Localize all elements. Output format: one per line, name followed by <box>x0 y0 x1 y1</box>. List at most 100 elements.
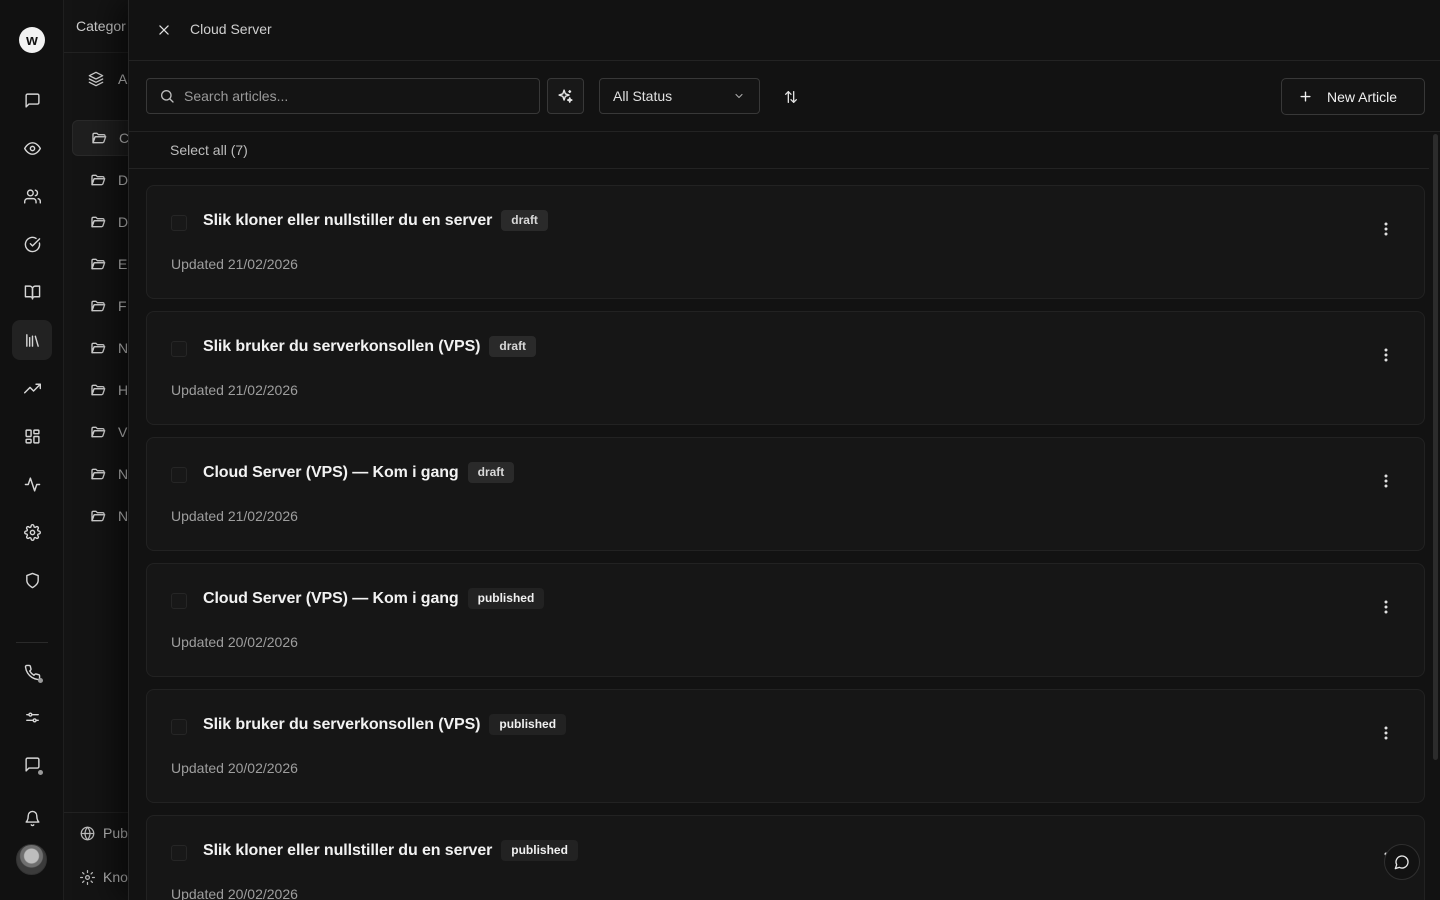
article-title[interactable]: Slik bruker du serverkonsollen (VPS) <box>203 338 480 356</box>
article-card[interactable]: Slik bruker du serverkonsollen (VPS) pub… <box>146 689 1425 803</box>
book-open-icon <box>24 284 40 300</box>
ai-generate-button[interactable] <box>547 78 584 114</box>
category-item-label: N <box>118 466 129 482</box>
chat-status-dot <box>38 770 43 775</box>
status-badge: draft <box>501 210 548 231</box>
article-checkbox[interactable] <box>171 467 187 483</box>
select-all-toggle[interactable]: Select all (7) <box>170 142 248 158</box>
rail-dashboard-button[interactable] <box>12 416 52 456</box>
article-title-row: Cloud Server (VPS) — Kom i gang draft <box>203 462 515 483</box>
phone-status-dot <box>38 678 43 683</box>
category-item-label: H <box>118 382 129 398</box>
search-icon <box>161 90 174 103</box>
rail-library-button[interactable] <box>12 320 52 360</box>
folder-open-icon <box>91 468 106 480</box>
article-updated-date: Updated 20/02/2026 <box>171 886 298 900</box>
knowledge-settings-label: Kno <box>103 869 128 885</box>
library-icon <box>25 333 39 347</box>
article-updated-date: Updated 20/02/2026 <box>171 760 298 776</box>
rail-notifications-button[interactable] <box>12 798 52 838</box>
folder-open-icon <box>91 384 106 396</box>
article-title-row: Cloud Server (VPS) — Kom i gang publishe… <box>203 588 545 609</box>
search-input[interactable] <box>184 88 524 104</box>
folder-open-icon <box>91 174 106 186</box>
rail-chat-button[interactable] <box>12 744 52 784</box>
chevron-down-icon <box>735 93 743 99</box>
article-checkbox[interactable] <box>171 719 187 735</box>
trending-up-icon <box>23 383 41 393</box>
article-updated-date: Updated 21/02/2026 <box>171 508 298 524</box>
category-item-label: D <box>118 172 129 188</box>
message-square-icon <box>24 92 40 108</box>
search-box[interactable] <box>146 78 540 114</box>
article-title[interactable]: Cloud Server (VPS) — Kom i gang <box>203 590 459 608</box>
article-title[interactable]: Slik kloner eller nullstiller du en serv… <box>203 842 492 860</box>
article-card[interactable]: Slik kloner eller nullstiller du en serv… <box>146 185 1425 299</box>
rail-conversations-button[interactable] <box>12 80 52 120</box>
category-item-label: D <box>118 214 129 230</box>
public-site-link[interactable]: Pub <box>80 825 128 841</box>
rail-activity-button[interactable] <box>12 464 52 504</box>
status-filter-select[interactable]: All Status <box>599 78 760 114</box>
article-menu-button[interactable] <box>1378 723 1394 743</box>
article-card[interactable]: Cloud Server (VPS) — Kom i gang draft Up… <box>146 437 1425 551</box>
users-icon <box>23 188 41 204</box>
rail-contacts-button[interactable] <box>12 176 52 216</box>
new-article-button[interactable]: New Article <box>1281 78 1425 115</box>
sliders-icon <box>25 712 39 722</box>
article-card[interactable]: Slik bruker du serverkonsollen (VPS) dra… <box>146 311 1425 425</box>
category-item-label: N <box>118 340 129 356</box>
app-logo[interactable]: w <box>19 27 45 53</box>
article-menu-button[interactable] <box>1378 345 1394 365</box>
rail-docs-button[interactable] <box>12 272 52 312</box>
more-vertical-icon <box>1384 474 1388 488</box>
folder-open-icon <box>92 132 107 144</box>
folder-open-icon <box>91 426 106 438</box>
rail-tasks-button[interactable] <box>12 224 52 264</box>
sort-button[interactable] <box>780 86 802 108</box>
article-title-row: Slik bruker du serverkonsollen (VPS) dra… <box>203 336 537 357</box>
rail-monitor-button[interactable] <box>12 128 52 168</box>
article-updated-date: Updated 21/02/2026 <box>171 382 298 398</box>
category-all-item[interactable]: A <box>88 71 127 87</box>
article-title[interactable]: Cloud Server (VPS) — Kom i gang <box>203 464 459 482</box>
rail-filters-button[interactable] <box>12 697 52 737</box>
article-checkbox[interactable] <box>171 593 187 609</box>
rail-settings-button[interactable] <box>12 512 52 552</box>
message-circle-icon <box>1394 855 1409 870</box>
article-card[interactable]: Cloud Server (VPS) — Kom i gang publishe… <box>146 563 1425 677</box>
article-list-scrollbar[interactable] <box>1433 134 1438 760</box>
close-drawer-button[interactable] <box>153 19 175 41</box>
articles-toolbar: All Status New Article <box>129 61 1440 132</box>
sparkles-icon <box>558 88 573 103</box>
rail-phone-button[interactable] <box>12 652 52 692</box>
status-badge: draft <box>489 336 537 357</box>
knowledge-settings-link[interactable]: Kno <box>80 869 128 885</box>
new-article-label: New Article <box>1327 88 1398 105</box>
support-chat-button[interactable] <box>1384 844 1420 880</box>
more-vertical-icon <box>1384 726 1388 740</box>
article-title-row: Slik kloner eller nullstiller du en serv… <box>203 840 578 861</box>
article-menu-button[interactable] <box>1378 219 1394 239</box>
article-title[interactable]: Slik kloner eller nullstiller du en serv… <box>203 212 492 230</box>
app-root: w Categor A C D D E F N H V N N Pub Kno … <box>0 0 1440 900</box>
select-all-row: Select all (7) <box>129 132 1429 169</box>
rail-divider <box>16 642 48 643</box>
rail-reports-button[interactable] <box>12 368 52 408</box>
article-title[interactable]: Slik bruker du serverkonsollen (VPS) <box>203 716 480 734</box>
article-checkbox[interactable] <box>171 845 187 861</box>
article-menu-button[interactable] <box>1378 471 1394 491</box>
status-badge: published <box>501 840 578 861</box>
gear-icon <box>80 869 95 885</box>
articles-drawer: Cloud Server All Status New Article <box>128 0 1440 900</box>
folder-open-icon <box>91 216 106 228</box>
user-avatar[interactable] <box>16 844 47 875</box>
article-menu-button[interactable] <box>1378 597 1394 617</box>
plus-icon <box>1300 91 1311 102</box>
article-checkbox[interactable] <box>171 341 187 357</box>
icon-rail: w <box>0 0 64 900</box>
check-circle-icon <box>24 236 40 252</box>
article-card[interactable]: Slik kloner eller nullstiller du en serv… <box>146 815 1425 900</box>
article-checkbox[interactable] <box>171 215 187 231</box>
rail-security-button[interactable] <box>12 560 52 600</box>
